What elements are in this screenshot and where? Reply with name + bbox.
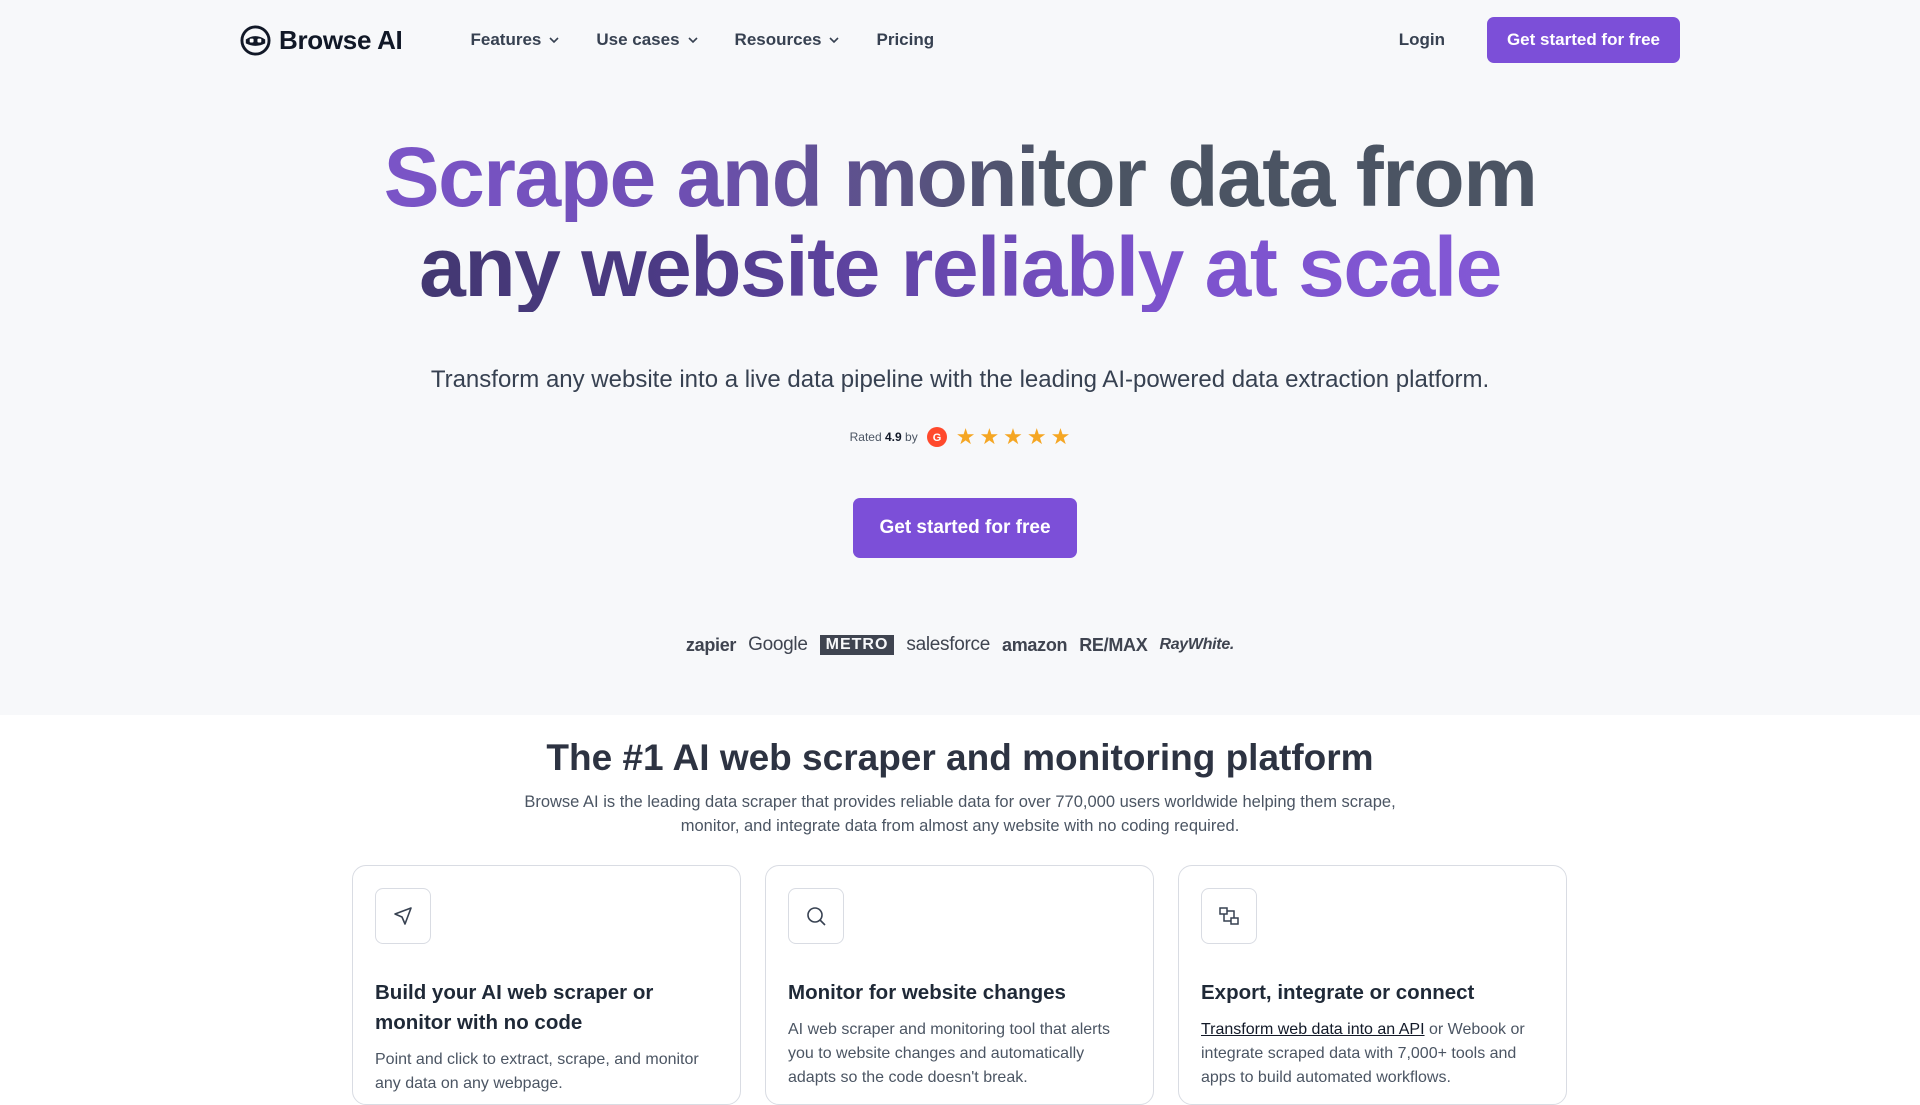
rating-suffix: by [905, 430, 918, 444]
customer-logos: zapier Google METRO salesforce amazon RE… [0, 634, 1920, 656]
headline-line-1: Scrape and monitor data from [0, 132, 1920, 222]
svg-text:G: G [932, 432, 941, 444]
send-icon [394, 907, 412, 925]
card-body: Point and click to extract, scrape, and … [375, 1051, 699, 1092]
feature-card: Build your AI web scraper or monitor wit… [352, 865, 741, 1105]
robot-logo-icon [240, 24, 271, 56]
menu-use-cases[interactable]: Use cases [596, 30, 698, 50]
features-description: Browse AI is the leading data scraper th… [524, 793, 1396, 835]
rating-stars: ★ ★ ★ ★ ★ [956, 426, 1071, 448]
remax-logo: RE/MAX [1079, 634, 1148, 655]
feature-cards: Build your AI web scraper or monitor wit… [352, 865, 1568, 1105]
star-icon: ★ [1026, 424, 1047, 449]
chevron-down-icon [687, 37, 698, 44]
api-link[interactable]: Transform web data into an API [1201, 1021, 1425, 1038]
menu-features[interactable]: Features [470, 30, 560, 50]
menu-pricing-label: Pricing [876, 30, 935, 49]
headline-line-2: any website reliably at scale [0, 222, 1920, 312]
star-icon: ★ [1050, 424, 1071, 449]
card-body: Transform web data into an API or Webook… [1201, 1018, 1544, 1090]
chevron-down-icon [549, 37, 559, 44]
features-title: The #1 AI web scraper and monitoring pla… [546, 737, 1374, 778]
login-link[interactable]: Login [1399, 30, 1445, 50]
menu-resources[interactable]: Resources [735, 30, 841, 50]
feature-card: Monitor for website changes AI web scrap… [765, 865, 1154, 1105]
card-body: AI web scraper and monitoring tool that … [788, 1021, 1110, 1086]
integration-icon [1219, 907, 1239, 925]
card-icon-box [375, 888, 431, 944]
logo[interactable]: Browse AI [240, 24, 403, 56]
salesforce-logo: salesforce [906, 634, 990, 655]
hero-get-started-button[interactable]: Get started for free [853, 498, 1077, 558]
chevron-down-icon [829, 37, 840, 44]
headline-line-2-part-a: any website [419, 220, 879, 314]
g2-logo-icon: G [926, 427, 947, 447]
feature-card: Export, integrate or connect Transform w… [1178, 865, 1567, 1105]
hero-subheadline: Transform any website into a live data p… [430, 366, 1490, 393]
amazon-logo: amazon [1002, 634, 1068, 655]
nav-get-started-button[interactable]: Get started for free [1486, 17, 1680, 63]
headline-line-1-part-a: Scrape and [383, 130, 822, 224]
rating-text: Rated 4.9 by [850, 430, 918, 444]
rating-prefix: Rated [849, 430, 882, 444]
menu-resources-label: Resources [734, 30, 822, 49]
rating-row: Rated 4.9 by G ★ ★ ★ ★ ★ [0, 426, 1920, 448]
search-icon [807, 907, 826, 926]
hero-background [0, 0, 1920, 715]
menu-pricing[interactable]: Pricing [876, 30, 934, 50]
card-title: Export, integrate or connect [1201, 981, 1475, 1004]
nav-actions: Login Get started for free [1399, 17, 1680, 63]
card-title: Build your AI web scraper or monitor wit… [375, 981, 654, 1034]
google-logo: Google [748, 634, 808, 655]
top-nav: Browse AI Features Use cases Resources P… [240, 16, 1680, 64]
raywhite-logo: RayWhite. [1159, 636, 1235, 653]
logo-text: Browse AI [279, 24, 403, 55]
headline-line-1-part-b: monitor data from [821, 130, 1537, 224]
star-icon: ★ [1003, 424, 1023, 449]
card-icon-box [788, 888, 844, 944]
main-menu: Features Use cases Resources Pricing [470, 30, 934, 50]
card-title: Monitor for website changes [788, 981, 1066, 1004]
rating-value: 4.9 [884, 430, 902, 444]
star-icon: ★ [955, 424, 976, 449]
star-icon: ★ [979, 424, 1000, 449]
menu-features-label: Features [470, 30, 542, 49]
headline-line-2-part-b: reliably at scale [878, 220, 1501, 314]
zapier-logo: zapier [685, 634, 737, 655]
menu-use-cases-label: Use cases [596, 30, 680, 49]
metro-logo: METRO [819, 635, 895, 655]
card-icon-box [1201, 888, 1257, 944]
hero-headline: Scrape and monitor data from any website… [0, 132, 1920, 312]
